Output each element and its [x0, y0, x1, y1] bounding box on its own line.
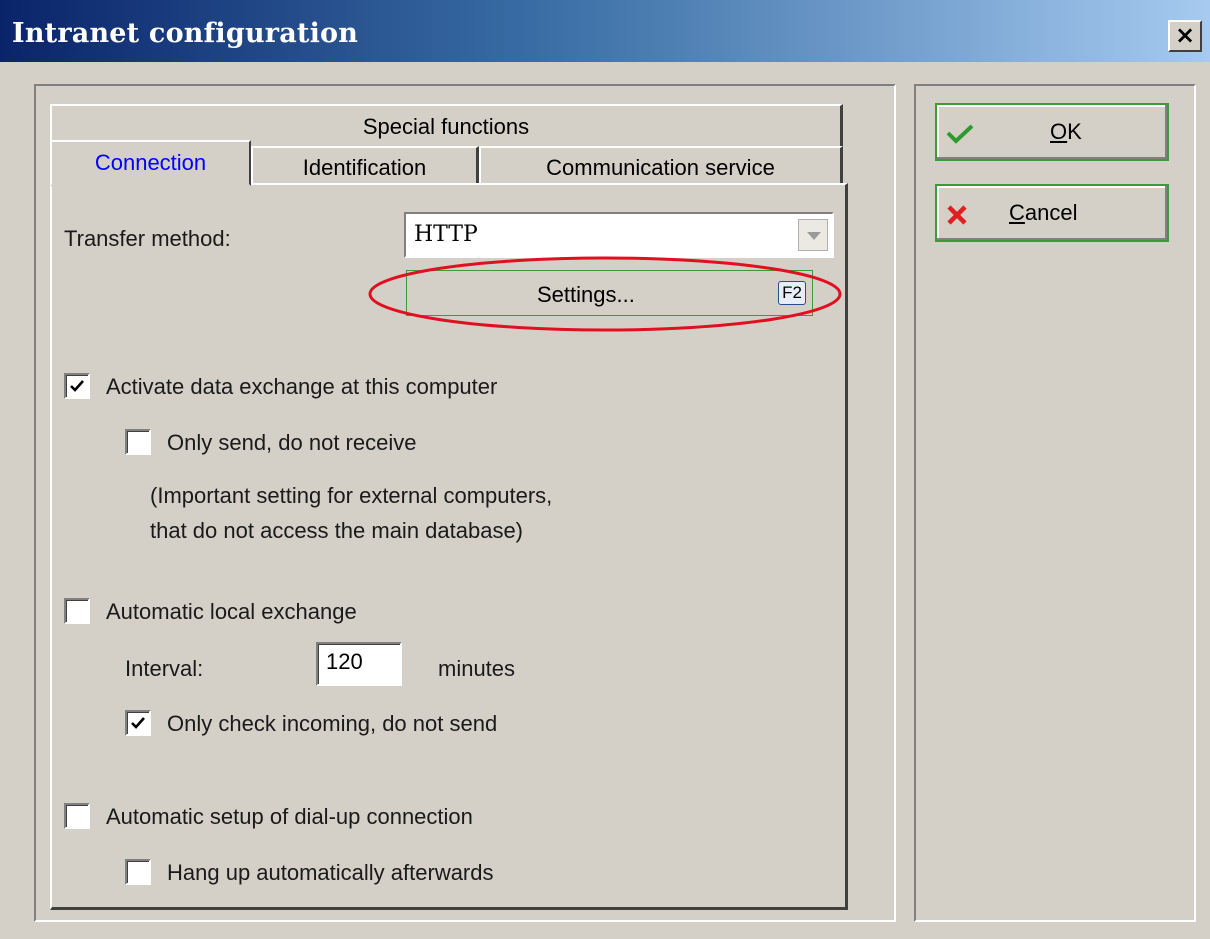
activate-exchange-checkbox[interactable]: [64, 373, 90, 399]
tab-label: Identification: [302, 155, 427, 180]
ok-button[interactable]: OK: [935, 103, 1169, 161]
highlight-ellipse: [368, 256, 842, 332]
chevron-down-icon[interactable]: [798, 219, 828, 251]
only-send-checkbox[interactable]: [125, 429, 151, 455]
note-line-1: (Important setting for external computer…: [150, 483, 553, 508]
tab-identification[interactable]: Identification: [251, 146, 479, 186]
close-icon: ×: [1174, 21, 1196, 49]
checkmark-icon: [70, 380, 84, 392]
tab-label: Communication service: [546, 155, 775, 180]
window-title: Intranet configuration: [12, 18, 359, 49]
only-send-label: Only send, do not receive: [167, 430, 417, 455]
ok-button-label: OK: [1050, 119, 1082, 144]
note-line-2: that do not access the main database): [150, 518, 524, 543]
checkmark-icon: [946, 124, 974, 144]
transfer-method-label: Transfer method:: [64, 226, 231, 251]
hang-up-label: Hang up automatically afterwards: [167, 860, 494, 885]
tab-communication-service[interactable]: Communication service: [479, 146, 843, 186]
transfer-method-select[interactable]: HTTP: [404, 212, 834, 258]
cancel-button-label: Cancel: [1009, 200, 1078, 225]
transfer-method-value: HTTP: [414, 222, 478, 247]
auto-dialup-checkbox[interactable]: [64, 803, 90, 829]
interval-unit-label: minutes: [438, 656, 516, 681]
tab-label: Special functions: [362, 114, 530, 139]
auto-local-exchange-checkbox[interactable]: [64, 598, 90, 624]
auto-local-exchange-label: Automatic local exchange: [106, 599, 357, 624]
activate-exchange-label: Activate data exchange at this computer: [106, 374, 498, 399]
tab-connection[interactable]: Connection: [50, 140, 251, 186]
only-check-incoming-checkbox[interactable]: [125, 710, 151, 736]
interval-label: Interval:: [125, 656, 204, 681]
x-mark-icon: [947, 205, 967, 225]
only-check-incoming-label: Only check incoming, do not send: [167, 711, 498, 736]
close-button[interactable]: ×: [1168, 20, 1202, 52]
auto-dialup-label: Automatic setup of dial-up connection: [106, 804, 473, 829]
tab-label: Connection: [94, 150, 207, 175]
cancel-button[interactable]: Cancel: [935, 184, 1169, 242]
hang-up-checkbox[interactable]: [125, 859, 151, 885]
title-bar: Intranet configuration ×: [0, 0, 1210, 62]
interval-input[interactable]: 120: [316, 642, 402, 686]
checkmark-icon: [131, 717, 145, 729]
